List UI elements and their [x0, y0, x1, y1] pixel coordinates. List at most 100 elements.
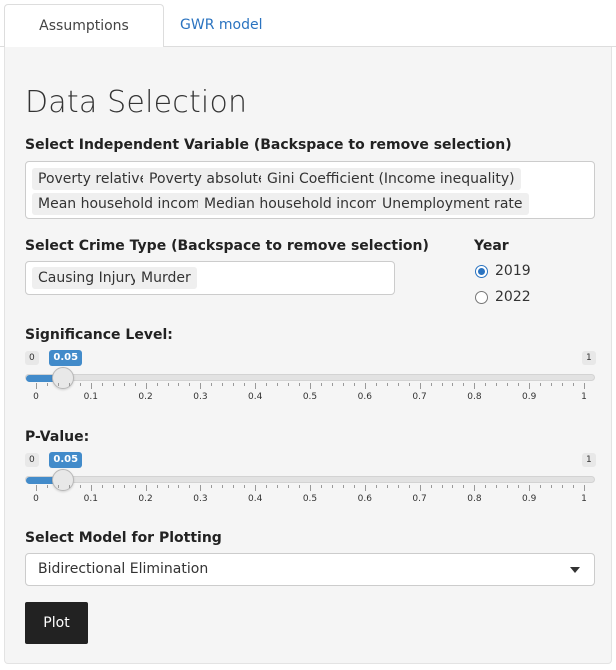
radio-2022-label[interactable]: 2022	[495, 289, 531, 305]
p-value-label: P-Value:	[25, 429, 90, 445]
radio-2022[interactable]	[475, 291, 488, 304]
slider-minor-tick	[397, 485, 399, 488]
slider-minor-tick	[485, 383, 487, 386]
slider-minor-tick	[375, 383, 377, 386]
page-title: Data Selection	[25, 85, 248, 120]
slider-tick-label: 0.1	[83, 392, 98, 402]
chip-murder[interactable]: Murder	[135, 267, 197, 289]
slider-major-tick	[36, 485, 37, 491]
model-select-value: Bidirectional Elimination	[38, 561, 209, 577]
slider-minor-tick	[320, 383, 322, 386]
slider-major-tick	[255, 485, 257, 491]
slider-minor-tick	[57, 485, 59, 488]
slider-minor-tick	[46, 485, 48, 488]
slider-major-tick	[529, 485, 531, 491]
chip-poverty-absolute[interactable]: Poverty absolute	[143, 168, 273, 190]
slider-tick-label: 0.6	[357, 494, 372, 504]
slider-value-badge: 0.05	[49, 350, 83, 366]
slider-tick-label: 0.6	[357, 392, 372, 402]
slider-minor-tick	[408, 485, 410, 488]
slider-major-tick	[474, 485, 476, 491]
chip-poverty-relative[interactable]: Poverty relative	[32, 168, 155, 190]
chip-causing-injury[interactable]: Causing Injury	[32, 267, 145, 289]
slider-minor-tick	[178, 383, 180, 386]
slider-max-label: 1	[582, 453, 596, 467]
slider-major-tick	[584, 485, 585, 491]
slider-minor-tick	[562, 485, 564, 488]
chip-median-household-income[interactable]: Median household income	[198, 193, 394, 215]
slider-minor-tick	[353, 383, 355, 386]
slider-minor-tick	[375, 485, 377, 488]
slider-handle[interactable]	[52, 469, 75, 491]
independent-variable-select[interactable]: Poverty relative Poverty absolute Gini C…	[25, 161, 595, 219]
slider-major-tick	[419, 485, 421, 491]
slider-major-tick	[90, 485, 92, 491]
crime-type-select[interactable]: Causing Injury Murder	[25, 261, 395, 295]
slider-minor-tick	[68, 485, 70, 488]
slider-minor-tick	[518, 383, 520, 386]
radio-2019-label[interactable]: 2019	[495, 263, 531, 279]
slider-minor-tick	[266, 383, 268, 386]
slider-minor-tick	[167, 383, 169, 386]
tab-gwr-model[interactable]: GWR model	[166, 4, 276, 48]
slider-minor-tick	[244, 383, 246, 386]
chip-mean-household-income[interactable]: Mean household income	[32, 193, 215, 215]
independent-variable-label: Select Independent Variable (Backspace t…	[25, 137, 512, 153]
radio-2019[interactable]	[475, 265, 488, 278]
slider-minor-tick	[156, 485, 158, 488]
chevron-down-icon	[570, 567, 580, 573]
slider-value-badge: 0.05	[49, 452, 83, 468]
slider-major-tick	[200, 485, 202, 491]
slider-tick-label: 0.7	[412, 392, 427, 402]
slider-minor-tick	[496, 383, 498, 386]
model-select-dropdown[interactable]: Bidirectional Elimination	[25, 553, 595, 586]
slider-minor-tick	[79, 383, 81, 386]
slider-minor-tick	[441, 485, 443, 488]
slider-minor-tick	[342, 485, 344, 488]
slider-minor-tick	[101, 485, 103, 488]
slider-minor-tick	[123, 383, 125, 386]
slider-minor-tick	[408, 383, 410, 386]
slider-minor-tick	[233, 485, 235, 488]
slider-tick-label: 0.2	[138, 392, 153, 402]
slider-minor-tick	[430, 485, 432, 488]
slider-minor-tick	[573, 485, 575, 488]
slider-tick-label: 0.3	[193, 392, 208, 402]
slider-tick-label: 0.4	[248, 392, 263, 402]
slider-minor-tick	[222, 485, 224, 488]
slider-minor-tick	[57, 383, 59, 386]
slider-minor-tick	[386, 383, 388, 386]
slider-minor-tick	[507, 383, 509, 386]
tab-bar: Assumptions checks GWR model	[0, 0, 616, 76]
slider-minor-tick	[452, 485, 454, 488]
slider-minor-tick	[573, 383, 575, 386]
slider-minor-tick	[167, 485, 169, 488]
chip-unemployment-rate[interactable]: Unemployment rate	[376, 193, 529, 215]
slider-handle[interactable]	[52, 367, 75, 389]
slider-minor-tick	[320, 485, 322, 488]
slider-tick-label: 0.5	[302, 494, 318, 504]
slider-minor-tick	[211, 383, 213, 386]
chip-gini-coefficient[interactable]: Gini Coefficient (Income inequality)	[261, 168, 521, 190]
slider-track[interactable]	[25, 476, 595, 483]
slider-minor-tick	[68, 383, 70, 386]
tab-assumptions-checks[interactable]: Assumptions checks	[4, 4, 164, 76]
slider-track[interactable]	[25, 374, 595, 381]
slider-minor-tick	[386, 485, 388, 488]
slider-minor-tick	[211, 485, 213, 488]
slider-major-tick	[310, 383, 311, 389]
slider-minor-tick	[397, 383, 399, 386]
model-select-label: Select Model for Plotting	[25, 530, 222, 546]
slider-tick-label: 0.3	[193, 494, 208, 504]
slider-minor-tick	[299, 485, 301, 488]
slider-major-tick	[90, 383, 92, 389]
slider-tick-label: 0.8	[467, 494, 482, 504]
slider-min-label: 0	[25, 453, 39, 467]
plot-button[interactable]: Plot	[25, 602, 88, 644]
slider-tick-label: 0.7	[412, 494, 427, 504]
slider-minor-tick	[134, 485, 136, 488]
slider-tick-label: 0.1	[83, 494, 98, 504]
slider-minor-tick	[452, 383, 454, 386]
slider-minor-tick	[540, 485, 542, 488]
slider-minor-tick	[331, 383, 333, 386]
